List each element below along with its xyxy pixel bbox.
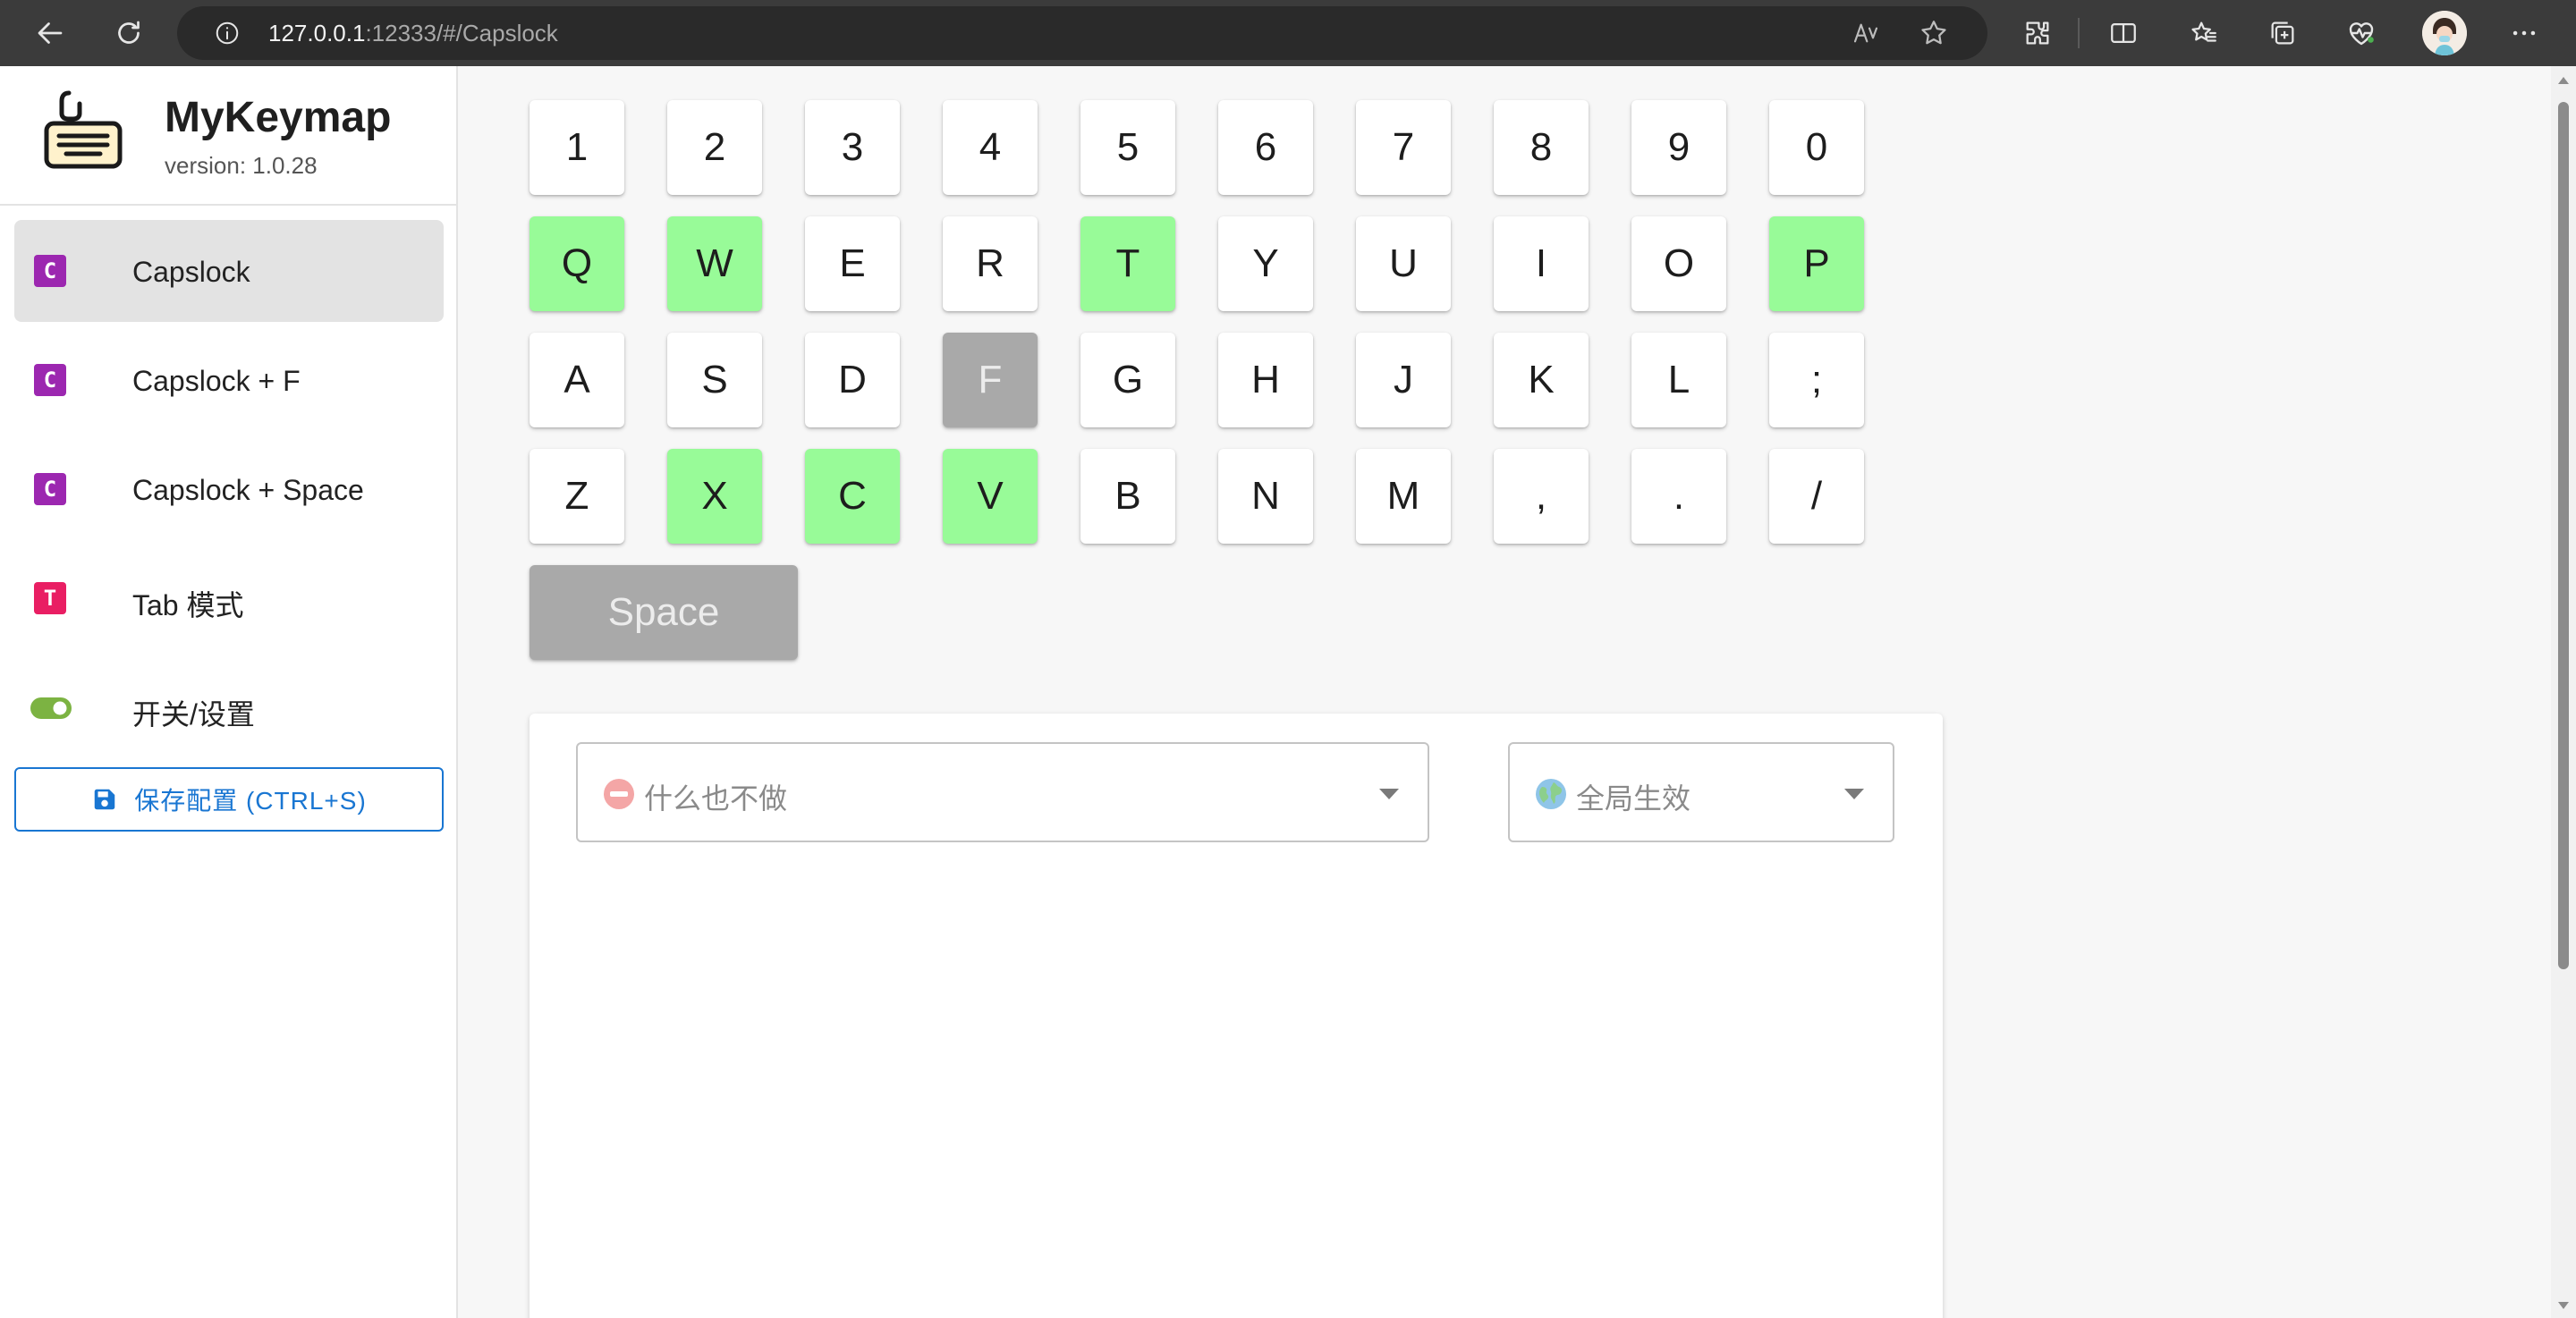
key-button[interactable]: 6 [1218,100,1313,195]
browser-essentials-icon[interactable] [2342,13,2381,53]
key-button[interactable]: Z [530,449,624,544]
key-button[interactable]: J [1356,333,1451,427]
sidebar-item-label: 开关/设置 [132,698,255,731]
key-button[interactable]: T [1080,216,1175,311]
key-button[interactable]: 0 [1769,100,1864,195]
key-button[interactable]: C [805,449,900,544]
scope-select-value: 全局生效 [1576,782,1691,815]
url-path: :12333/#/Capslock [365,20,558,46]
tab-badge-icon: T [34,582,66,614]
split-screen-icon[interactable] [2104,13,2143,53]
save-button-label: 保存配置 (CTRL+S) [134,787,367,815]
globe-icon [1536,779,1566,809]
refresh-button[interactable] [107,12,150,55]
key-button[interactable]: 2 [667,100,762,195]
more-options-icon[interactable] [2504,13,2544,53]
toggle-switch-icon [30,697,72,719]
key-button[interactable]: E [805,216,900,311]
key-button[interactable]: G [1080,333,1175,427]
action-select-value: 什么也不做 [644,782,788,815]
key-button[interactable]: . [1631,449,1726,544]
back-button[interactable] [29,12,72,55]
scroll-down-arrow-icon[interactable] [2556,1300,2571,1311]
key-button[interactable]: D [805,333,900,427]
app-header: MyKeymap version: 1.0.28 [0,66,456,206]
sidebar-item-settings[interactable]: 开关/设置 [14,656,444,758]
site-info-icon[interactable] [209,15,245,51]
key-button[interactable]: L [1631,333,1726,427]
sidebar-item-label: Capslock [132,256,250,288]
favorite-star-icon[interactable] [1916,15,1952,51]
key-button[interactable]: Q [530,216,624,311]
capslock-badge-icon: C [34,364,66,396]
browser-toolbar: 127.0.0.1:12333/#/Capslock [0,0,2576,66]
action-select[interactable]: 什么也不做 [576,742,1429,842]
no-entry-icon [604,779,634,809]
key-button[interactable]: 9 [1631,100,1726,195]
save-config-button[interactable]: 保存配置 (CTRL+S) [14,767,444,832]
key-button[interactable]: U [1356,216,1451,311]
key-button[interactable]: 4 [943,100,1038,195]
key-button[interactable]: S [667,333,762,427]
app-name: MyKeymap [165,94,392,141]
key-button[interactable]: ; [1769,333,1864,427]
key-button[interactable]: P [1769,216,1864,311]
favorites-icon[interactable] [2184,13,2224,53]
key-button[interactable]: X [667,449,762,544]
sidebar-item-label: Tab 模式 [132,589,244,621]
url-host: 127.0.0.1 [268,20,366,46]
sidebar-item-capslock[interactable]: C Capslock [14,220,444,322]
key-button[interactable]: H [1218,333,1313,427]
key-button[interactable]: 1 [530,100,624,195]
key-button[interactable]: / [1769,449,1864,544]
sidebar-item-label: Capslock + F [132,365,301,397]
key-button[interactable]: V [943,449,1038,544]
chevron-down-icon [1379,789,1399,799]
key-button[interactable]: W [667,216,762,311]
profile-avatar[interactable] [2422,11,2467,55]
key-button[interactable]: B [1080,449,1175,544]
capslock-badge-icon: C [34,255,66,287]
key-button[interactable]: 3 [805,100,900,195]
keyboard-logo-icon [44,90,123,169]
sidebar-item-label: Capslock + Space [132,474,364,506]
scroll-up-arrow-icon[interactable] [2556,75,2571,86]
app-version: version: 1.0.28 [165,152,318,179]
refresh-icon [118,21,140,44]
extensions-icon[interactable] [2018,13,2057,53]
key-button[interactable]: I [1494,216,1589,311]
key-button[interactable]: M [1356,449,1451,544]
back-arrow-icon [38,22,63,44]
scope-select[interactable]: 全局生效 [1508,742,1894,842]
sidebar: MyKeymap version: 1.0.28 C Capslock C Ca… [0,66,458,1318]
key-button[interactable]: 5 [1080,100,1175,195]
floppy-disk-icon [94,789,115,810]
collections-icon[interactable] [2263,13,2302,53]
key-button[interactable]: 8 [1494,100,1589,195]
page-scrollbar[interactable] [2551,66,2576,1318]
read-aloud-icon[interactable] [1848,15,1884,51]
scrollbar-thumb[interactable] [2558,102,2569,969]
key-button[interactable]: , [1494,449,1589,544]
url-text[interactable]: 127.0.0.1:12333/#/Capslock [268,20,558,47]
key-config-panel: 什么也不做 全局生效 [530,714,1943,1318]
toolbar-divider [2078,18,2080,48]
space-key-button[interactable]: Space [530,565,798,660]
key-button[interactable]: A [530,333,624,427]
capslock-badge-icon: C [34,473,66,505]
key-button[interactable]: 7 [1356,100,1451,195]
sidebar-item-capslock-space[interactable]: C Capslock + Space [14,438,444,540]
sidebar-item-capslock-f[interactable]: C Capslock + F [14,329,444,431]
key-button[interactable]: R [943,216,1038,311]
address-bar[interactable]: 127.0.0.1:12333/#/Capslock [177,6,1987,60]
key-button[interactable]: K [1494,333,1589,427]
sidebar-item-tab-mode[interactable]: T Tab 模式 [14,547,444,649]
key-button[interactable]: F [943,333,1038,427]
chevron-down-icon [1844,789,1864,799]
key-button[interactable]: O [1631,216,1726,311]
key-button[interactable]: Y [1218,216,1313,311]
key-button[interactable]: N [1218,449,1313,544]
